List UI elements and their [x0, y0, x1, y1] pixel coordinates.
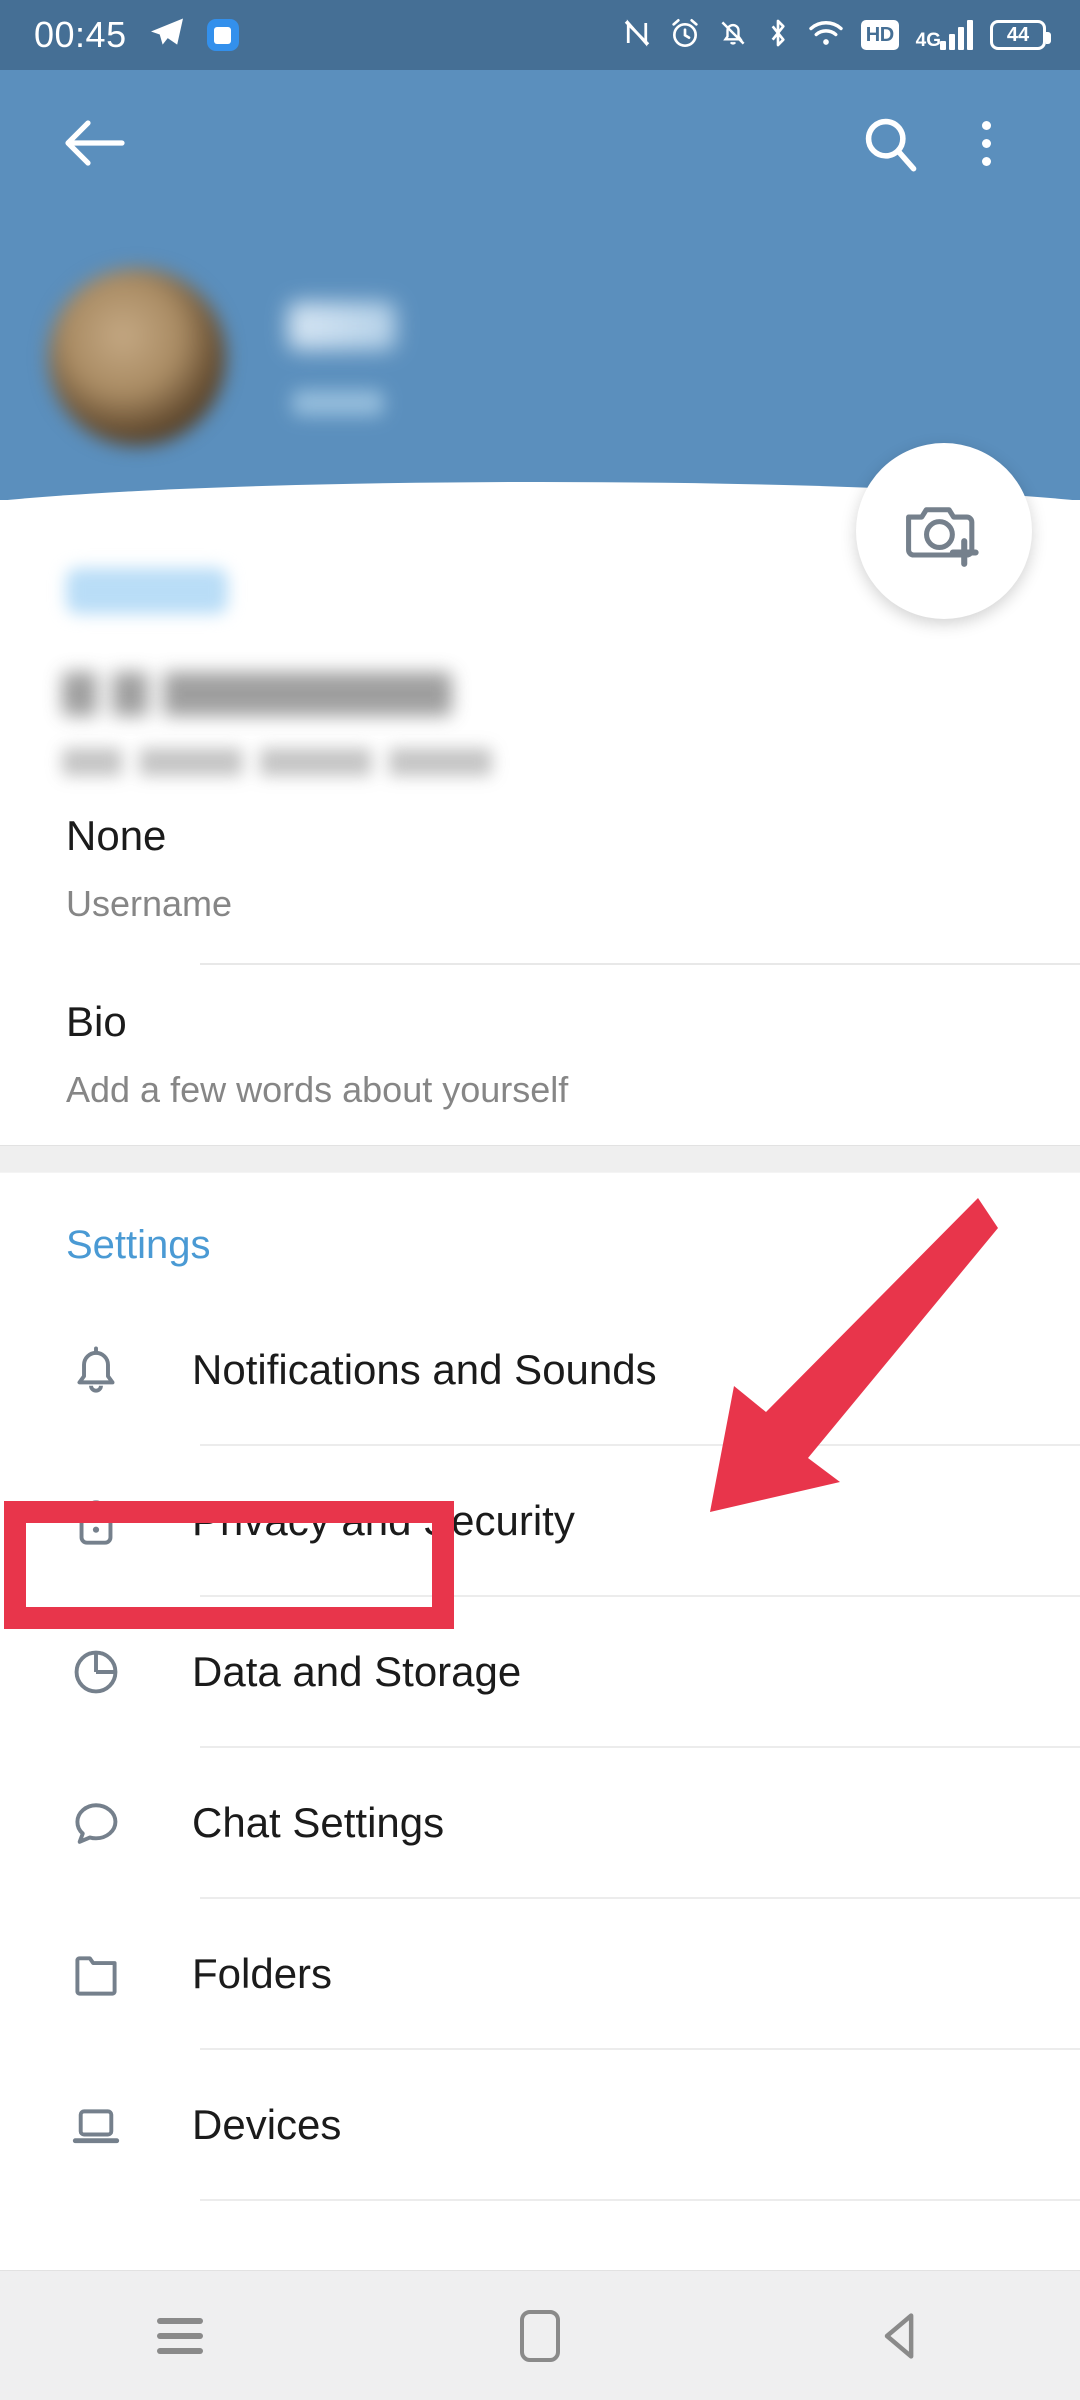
settings-item-chat-settings[interactable]: Chat Settings [0, 1748, 1080, 1897]
username-value: None [66, 812, 167, 859]
search-button[interactable] [842, 95, 938, 191]
nav-back-button[interactable] [720, 2310, 1080, 2362]
laptop-icon [48, 2094, 144, 2156]
pie-chart-icon [48, 1641, 144, 1703]
settings-item-label: Chat Settings [192, 1798, 445, 1846]
account-section-title [66, 568, 228, 614]
telegram-plane-icon [149, 17, 185, 54]
home-square-icon [520, 2309, 560, 2362]
wifi-icon [808, 17, 844, 54]
signal-bars [940, 20, 973, 50]
app-icon [206, 19, 239, 51]
nav-recents-button[interactable] [0, 2317, 360, 2354]
bio-value: Bio [66, 998, 127, 1045]
bell-muted-icon [718, 17, 748, 54]
status-bar-right: HD 4G 44 [622, 17, 1051, 54]
username-row[interactable]: None Username [0, 785, 1080, 963]
profile-name [288, 302, 396, 350]
overflow-menu-button[interactable] [938, 95, 1034, 191]
phone-number-value[interactable] [62, 672, 452, 716]
camera-plus-icon [906, 507, 979, 567]
phone-number-hint [62, 748, 492, 776]
alarm-icon [669, 17, 701, 54]
profile-status [292, 390, 384, 416]
back-triangle-icon [884, 2312, 914, 2359]
hd-icon: HD [860, 20, 899, 50]
settings-item-data-and-storage[interactable]: Data and Storage [0, 1597, 1080, 1746]
bell-icon [48, 1339, 144, 1401]
username-label: Username [66, 883, 233, 924]
bluetooth-icon [765, 17, 791, 54]
signal-icon: 4G [916, 20, 973, 50]
item-divider [200, 2199, 1080, 2201]
hamburger-icon [157, 2317, 203, 2354]
battery-icon: 44 [990, 20, 1051, 50]
change-photo-button[interactable] [856, 443, 1032, 619]
status-bar-left: 00:45 [34, 14, 239, 56]
lock-icon [48, 1490, 144, 1552]
nfc-icon [622, 17, 652, 54]
settings-item-label: Folders [192, 1949, 333, 1997]
bio-label: Add a few words about yourself [66, 1069, 569, 1110]
status-bar: 00:45 HD 4G 44 [0, 0, 1080, 70]
back-button[interactable] [46, 95, 142, 191]
folder-icon [48, 1943, 144, 2005]
nav-home-button[interactable] [360, 2309, 720, 2362]
chat-bubble-icon [48, 1792, 144, 1854]
settings-item-privacy-and-security[interactable]: Privacy and Security [0, 1446, 1080, 1595]
bio-row[interactable]: Bio Add a few words about yourself [0, 965, 1080, 1145]
settings-section-header: Settings [66, 1223, 211, 1267]
settings-item-label: Data and Storage [192, 1647, 522, 1695]
settings-item-label: Devices [192, 2100, 342, 2148]
settings-item-notifications[interactable]: Notifications and Sounds [0, 1295, 1080, 1444]
three-dots-icon [981, 120, 991, 166]
android-nav-bar [0, 2270, 1080, 2400]
settings-item-devices[interactable]: Devices [0, 2050, 1080, 2199]
avatar[interactable] [48, 268, 226, 446]
battery-level: 44 [1006, 24, 1030, 46]
section-gap [0, 1145, 1080, 1173]
network-type-label: 4G [915, 30, 941, 51]
settings-item-label: Privacy and Security [192, 1496, 575, 1544]
settings-item-label: Notifications and Sounds [192, 1345, 657, 1393]
status-clock: 00:45 [34, 14, 127, 55]
settings-item-folders[interactable]: Folders [0, 1899, 1080, 2048]
settings-sheet: None Username Bio Add a few words about … [0, 500, 1080, 2201]
